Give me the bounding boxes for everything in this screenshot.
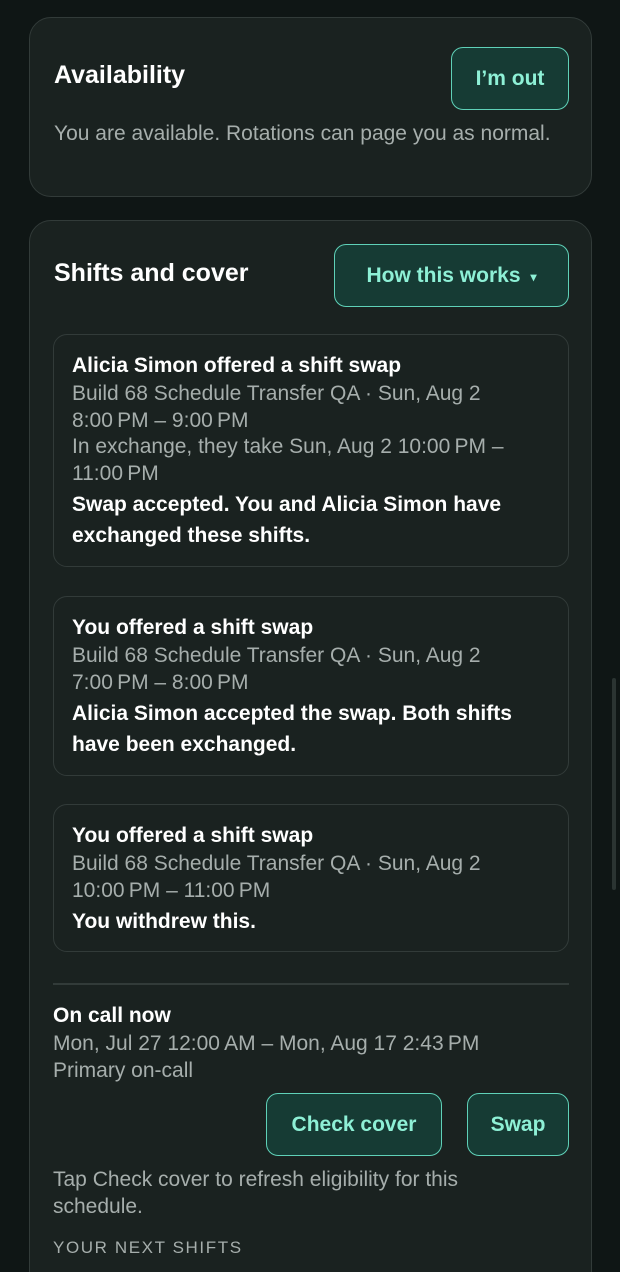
on-call-now: On call now Mon, Jul 27 12:00 AM – Mon, … [53, 1002, 573, 1084]
on-call-title: On call now [53, 1004, 171, 1027]
swap-item-detail: Build 68 Schedule Transfer QA · Sun, Aug… [72, 644, 481, 667]
check-cover-button[interactable]: Check cover [266, 1093, 442, 1156]
swap-item-status: Swap accepted. You and Alicia Simon have… [72, 493, 502, 547]
on-call-role: Primary on-call [53, 1059, 194, 1082]
shifts-title: Shifts and cover [54, 259, 249, 287]
swap-item: Alicia Simon offered a shift swap Build … [53, 334, 569, 567]
swap-item-heading: Alicia Simon offered a shift swap [72, 354, 402, 377]
screen: Availability I’m out You are available. … [0, 0, 620, 1272]
swap-item: You offered a shift swap Build 68 Schedu… [53, 804, 569, 952]
chevron-down-icon: ▾ [530, 269, 537, 284]
swap-item-detail: Build 68 Schedule Transfer QA · Sun, Aug… [72, 382, 481, 405]
availability-description: You are available. Rotations can page yo… [54, 122, 551, 145]
swap-item-detail: 7:00 PM – 8:00 PM [72, 670, 249, 694]
on-call-range: Mon, Jul 27 12:00 AM – Mon, Aug 17 2:43 … [53, 1032, 480, 1055]
swap-item: You offered a shift swap Build 68 Schedu… [53, 596, 569, 776]
swap-item-detail: Build 68 Schedule Transfer QA · Sun, Aug… [72, 852, 481, 875]
next-shifts-heading: YOUR NEXT SHIFTS [53, 1238, 243, 1257]
swap-item-heading: You offered a shift swap [72, 616, 314, 639]
im-out-button[interactable]: I’m out [451, 47, 569, 110]
swap-item-detail: 8:00 PM – 9:00 PM [72, 408, 249, 432]
scrollbar[interactable] [612, 678, 616, 890]
availability-card: Availability I’m out You are available. … [29, 17, 592, 197]
shifts-card: Shifts and cover How this works ▾ Alicia… [29, 220, 592, 1272]
swap-item-status: You withdrew this. [72, 910, 256, 933]
check-cover-hint: Tap Check cover to refresh eligibility f… [53, 1168, 458, 1218]
swap-item-detail: 11:00 PM [72, 461, 159, 485]
how-this-works-label: How this works [366, 263, 521, 287]
swap-item-status: Alicia Simon accepted the swap. Both shi… [72, 702, 512, 756]
swap-item-detail: In exchange, they take Sun, Aug 2 10:00 … [72, 435, 504, 458]
swap-item-detail: 10:00 PM – 11:00 PM [72, 878, 271, 902]
swap-item-heading: You offered a shift swap [72, 824, 314, 847]
swap-button[interactable]: Swap [467, 1093, 569, 1156]
availability-title: Availability [54, 61, 186, 89]
divider [53, 983, 569, 985]
how-this-works-button[interactable]: How this works ▾ [334, 244, 569, 307]
